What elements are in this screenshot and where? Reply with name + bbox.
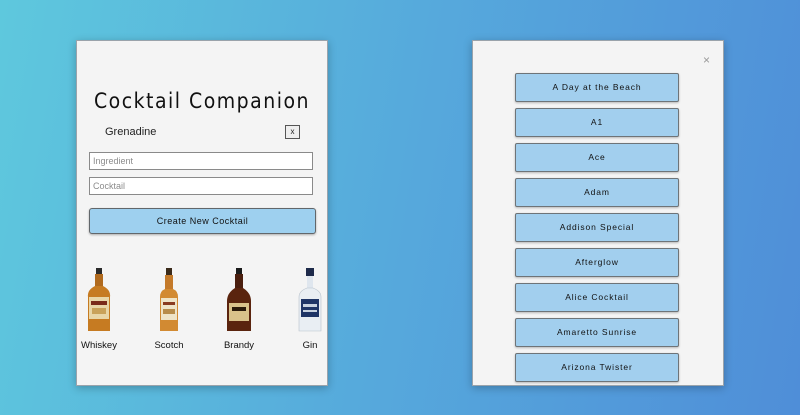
cocktail-input[interactable] xyxy=(89,177,313,195)
close-icon[interactable]: × xyxy=(703,54,710,66)
cocktail-item[interactable]: Amaretto Sunrise xyxy=(515,318,679,347)
spirit-scotch[interactable]: Scotch xyxy=(139,267,199,353)
spirit-gin[interactable]: Gin xyxy=(280,267,340,353)
gin-bottle-icon xyxy=(298,268,322,332)
spirit-brandy[interactable]: Brandy xyxy=(209,267,269,353)
spirit-label: Whiskey xyxy=(81,340,117,351)
cocktail-item[interactable]: Adam xyxy=(515,178,679,207)
scotch-bottle-icon xyxy=(160,268,178,331)
cocktail-item[interactable]: Arizona Twister xyxy=(515,353,679,382)
brandy-bottle-icon xyxy=(227,268,251,331)
whiskey-bottle-icon xyxy=(87,268,111,331)
create-cocktail-button[interactable]: Create New Cocktail xyxy=(89,208,316,234)
ingredient-input[interactable] xyxy=(89,152,313,170)
cocktail-item[interactable]: Ace xyxy=(515,143,679,172)
spirit-whiskey[interactable]: Whiskey xyxy=(69,267,129,353)
spirit-label: Brandy xyxy=(223,340,255,351)
cocktail-list-panel: × A Day at the Beach A1 Ace Adam Addison… xyxy=(472,40,724,386)
spirit-label: Scotch xyxy=(154,340,184,351)
selected-ingredient: Grenadine xyxy=(105,126,157,138)
page-title: Cocktail Companion xyxy=(93,89,311,113)
cocktail-item[interactable]: A Day at the Beach xyxy=(515,73,679,102)
cocktail-item[interactable]: A1 xyxy=(515,108,679,137)
cocktail-item[interactable]: Addison Special xyxy=(515,213,679,242)
cocktail-item[interactable]: Afterglow xyxy=(515,248,679,277)
remove-ingredient-button[interactable]: x xyxy=(285,125,300,139)
cocktail-list: A Day at the Beach A1 Ace Adam Addison S… xyxy=(515,73,681,385)
search-panel: Cocktail Companion Grenadine x Create Ne… xyxy=(76,40,328,386)
spirit-label: Gin xyxy=(302,340,318,351)
cocktail-item[interactable]: Alice Cocktail xyxy=(515,283,679,312)
